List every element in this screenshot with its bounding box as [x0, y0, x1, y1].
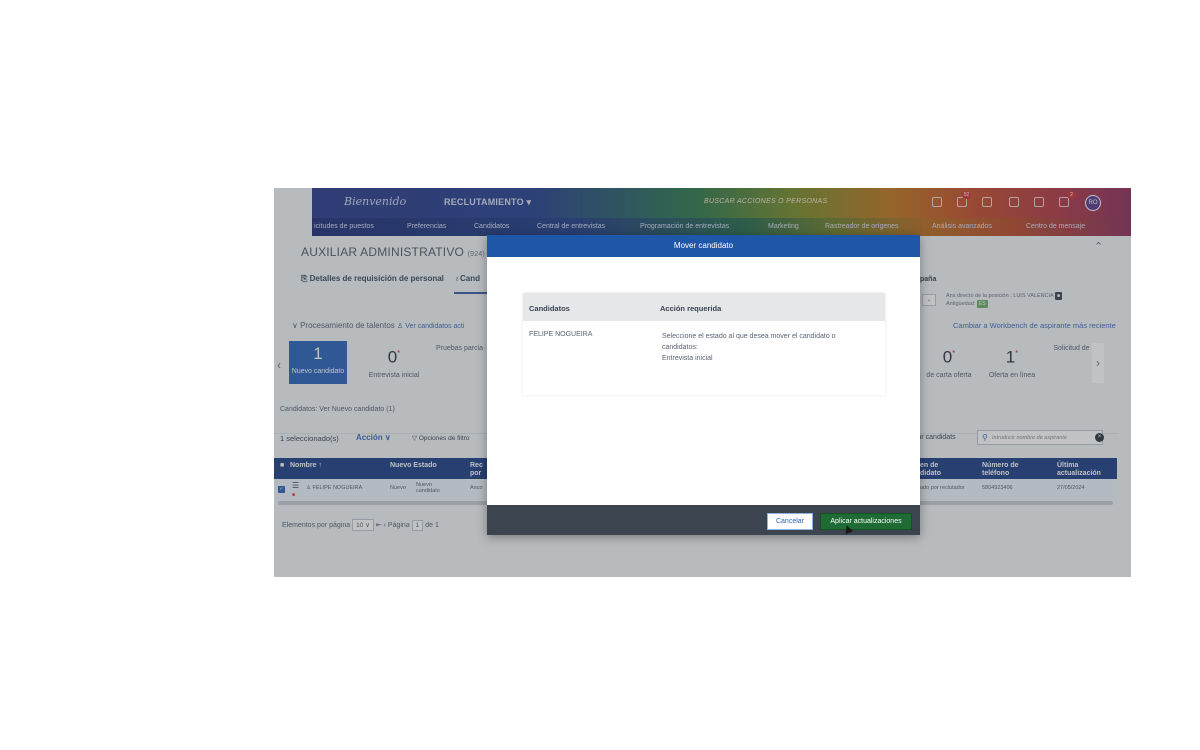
apply-updates-button[interactable]: Aplicar actualizaciones — [820, 513, 912, 530]
dialog-table-header: Candidatos Acción requerida — [523, 293, 885, 321]
dialog-target-stage: Entrevista inicial — [662, 355, 713, 362]
dialog-action-text-1: Seleccione el estado al que desea mover … — [662, 333, 836, 340]
column-candidates: Candidatos — [529, 304, 570, 313]
cancel-button[interactable]: Cancelar — [767, 513, 813, 530]
column-required-action: Acción requerida — [660, 304, 722, 313]
dialog-title: Mover candidato — [673, 241, 734, 250]
dialog-action-text-2: candidatos: — [662, 344, 698, 351]
dialog-header: Mover candidato — [487, 235, 920, 257]
dialog-candidate-name: FELIPE NOGUEIRA — [529, 331, 593, 338]
app-screenshot: Bienvenido RECLUTAMIENTO ▾ BUSCAR ACCION… — [274, 188, 1131, 577]
move-candidate-dialog: Mover candidato Candidatos Acción requer… — [487, 235, 920, 535]
dialog-table: Candidatos Acción requerida FELIPE NOGUE… — [523, 293, 885, 395]
dialog-footer: Cancelar Aplicar actualizaciones — [487, 505, 920, 535]
